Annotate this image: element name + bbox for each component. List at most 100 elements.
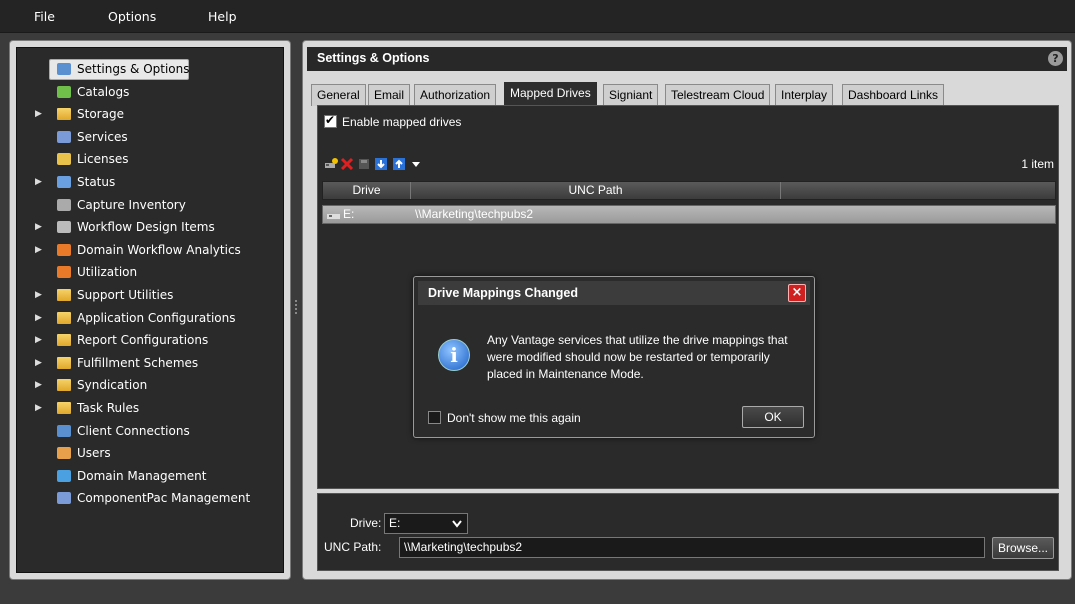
unc-path-input[interactable]: \\Marketing\techpubs2 bbox=[399, 537, 985, 558]
sidebar-item-label: Licenses bbox=[77, 152, 129, 167]
column-header-drive[interactable]: Drive bbox=[323, 182, 411, 199]
sidebar-item-client-connections[interactable]: Client Connections bbox=[17, 421, 277, 441]
sidebar-item-workflow-design-items[interactable]: ▶ Workflow Design Items bbox=[17, 217, 277, 237]
sidebar-item-status[interactable]: ▶ Status bbox=[17, 172, 277, 192]
sidebar-item-settings-options[interactable]: Settings & Options bbox=[17, 59, 277, 79]
sidebar-item-label: Report Configurations bbox=[77, 333, 209, 348]
sidebar-item-label: Application Configurations bbox=[77, 310, 236, 325]
expand-arrow-icon[interactable]: ▶ bbox=[35, 353, 42, 373]
capture-icon bbox=[57, 198, 71, 211]
users-icon bbox=[57, 447, 71, 460]
sidebar-item-capture-inventory[interactable]: Capture Inventory bbox=[17, 195, 277, 215]
tab-signiant[interactable]: Signiant bbox=[603, 84, 659, 106]
sidebar-item-label: Domain Management bbox=[77, 468, 207, 483]
ok-button[interactable]: OK bbox=[742, 406, 804, 428]
sidebar-item-fulfillment-schemes[interactable]: ▶ Fulfillment Schemes bbox=[17, 353, 277, 373]
column-header-filler bbox=[781, 182, 1057, 199]
expand-arrow-icon[interactable]: ▶ bbox=[35, 172, 42, 192]
expand-arrow-icon[interactable]: ▶ bbox=[35, 217, 42, 237]
sidebar-item-domain-management[interactable]: Domain Management bbox=[17, 466, 277, 486]
dialog-title-bar: Drive Mappings Changed × bbox=[418, 281, 810, 305]
sidebar-item-label: Storage bbox=[77, 107, 124, 122]
sidebar-item-utilization[interactable]: Utilization bbox=[17, 262, 277, 282]
drives-grid-header: Drive UNC Path bbox=[322, 181, 1056, 200]
tab-dashboard-links[interactable]: Dashboard Links bbox=[842, 84, 945, 106]
expand-arrow-icon[interactable]: ▶ bbox=[35, 398, 42, 418]
item-count: 1 item bbox=[1021, 157, 1054, 171]
tab-email[interactable]: Email bbox=[368, 84, 411, 106]
sidebar-item-label: Status bbox=[77, 175, 116, 189]
drive-select[interactable]: E: bbox=[384, 513, 468, 534]
sidebar-item-report-configurations[interactable]: ▶ Report Configurations bbox=[17, 330, 277, 350]
expand-arrow-icon[interactable]: ▶ bbox=[35, 285, 42, 305]
drive-select-value: E: bbox=[389, 516, 401, 530]
folder-icon bbox=[57, 334, 71, 347]
info-icon: i bbox=[438, 339, 470, 371]
sidebar-item-label: Fulfillment Schemes bbox=[77, 355, 199, 370]
dont-show-again-checkbox[interactable] bbox=[428, 411, 441, 424]
help-button[interactable]: ? bbox=[1048, 51, 1063, 66]
sidebar-item-users[interactable]: Users bbox=[17, 443, 277, 463]
tab-telestream-cloud[interactable]: Telestream Cloud bbox=[665, 84, 771, 106]
services-icon bbox=[57, 130, 71, 143]
expand-arrow-icon[interactable]: ▶ bbox=[35, 375, 42, 395]
expand-arrow-icon[interactable]: ▶ bbox=[35, 104, 42, 124]
utilization-icon bbox=[57, 266, 71, 279]
column-header-unc-path[interactable]: UNC Path bbox=[411, 182, 781, 199]
expand-arrow-icon[interactable]: ▶ bbox=[35, 330, 42, 350]
tab-general[interactable]: General bbox=[311, 84, 366, 106]
enable-mapped-drives-checkbox[interactable] bbox=[324, 113, 337, 128]
menu-bar: File Options Help bbox=[0, 0, 1075, 33]
chevron-down-icon bbox=[452, 520, 462, 528]
navigation-panel: Settings & Options Catalogs ▶ Storage Servic… bbox=[9, 40, 291, 580]
sidebar-item-syndication[interactable]: ▶ Syndication bbox=[17, 375, 277, 395]
sidebar-item-catalogs[interactable]: Catalogs bbox=[17, 82, 277, 102]
sidebar-item-label: Services bbox=[77, 129, 128, 144]
navigation-tree: Settings & Options Catalogs ▶ Storage Servic… bbox=[16, 47, 284, 573]
sidebar-item-storage[interactable]: ▶ Storage bbox=[17, 104, 277, 124]
row-unc-path-cell: \\Marketing\techpubs2 bbox=[415, 207, 534, 221]
expand-arrow-icon[interactable]: ▶ bbox=[35, 308, 42, 328]
close-icon[interactable]: × bbox=[788, 284, 806, 302]
network-drive-icon bbox=[327, 214, 340, 219]
panel-splitter[interactable] bbox=[294, 298, 298, 320]
drive-editor: Drive: E: UNC Path: \\Marketing\techpubs… bbox=[317, 493, 1059, 571]
catalogs-icon bbox=[57, 85, 71, 98]
folder-icon bbox=[57, 289, 71, 301]
menu-options[interactable]: Options bbox=[108, 9, 156, 24]
panel-title-bar: Settings & Options ? bbox=[307, 47, 1067, 71]
expand-arrow-icon[interactable]: ▶ bbox=[35, 240, 42, 260]
dialog-title: Drive Mappings Changed bbox=[428, 286, 579, 300]
menu-file[interactable]: File bbox=[34, 9, 55, 24]
sidebar-item-label: Utilization bbox=[77, 265, 138, 280]
row-drive-cell: E: bbox=[343, 207, 355, 221]
sidebar-item-label: Users bbox=[77, 446, 111, 461]
sidebar-item-domain-workflow-analytics[interactable]: ▶ Domain Workflow Analytics bbox=[17, 240, 277, 260]
drive-mappings-changed-dialog: Drive Mappings Changed × i Any Vantage s… bbox=[413, 276, 815, 438]
tab-authorization[interactable]: Authorization bbox=[414, 84, 497, 106]
add-drive-icon[interactable] bbox=[324, 157, 338, 171]
sidebar-item-support-utilities[interactable]: ▶ Support Utilities bbox=[17, 285, 277, 305]
folder-icon bbox=[57, 311, 71, 324]
sidebar-item-componentpac-management[interactable]: ComponentPac Management bbox=[17, 488, 277, 508]
sidebar-item-application-configurations[interactable]: ▶ Application Configurations bbox=[17, 308, 277, 328]
dialog-message: Any Vantage services that utilize the dr… bbox=[487, 333, 788, 381]
save-icon[interactable] bbox=[357, 157, 371, 171]
sidebar-item-task-rules[interactable]: ▶ Task Rules bbox=[17, 398, 277, 418]
sidebar-item-services[interactable]: Services bbox=[17, 127, 277, 147]
dropdown-arrow-icon[interactable] bbox=[409, 157, 423, 171]
sidebar-item-label: Workflow Design Items bbox=[77, 220, 215, 235]
browse-button[interactable]: Browse... bbox=[992, 537, 1054, 559]
table-row[interactable]: E: \\Marketing\techpubs2 bbox=[322, 205, 1056, 224]
dont-show-again-label: Don't show me this again bbox=[447, 411, 581, 425]
sidebar-item-licenses[interactable]: Licenses bbox=[17, 149, 277, 169]
tab-interplay[interactable]: Interplay bbox=[775, 84, 834, 106]
move-up-icon[interactable] bbox=[392, 157, 406, 171]
move-down-icon[interactable] bbox=[374, 157, 388, 171]
tab-mapped-drives[interactable]: Mapped Drives bbox=[504, 82, 597, 107]
folder-icon bbox=[57, 356, 71, 369]
folder-icon bbox=[57, 108, 71, 121]
delete-icon[interactable] bbox=[340, 157, 354, 171]
domain-icon bbox=[57, 469, 71, 482]
menu-help[interactable]: Help bbox=[208, 9, 237, 24]
